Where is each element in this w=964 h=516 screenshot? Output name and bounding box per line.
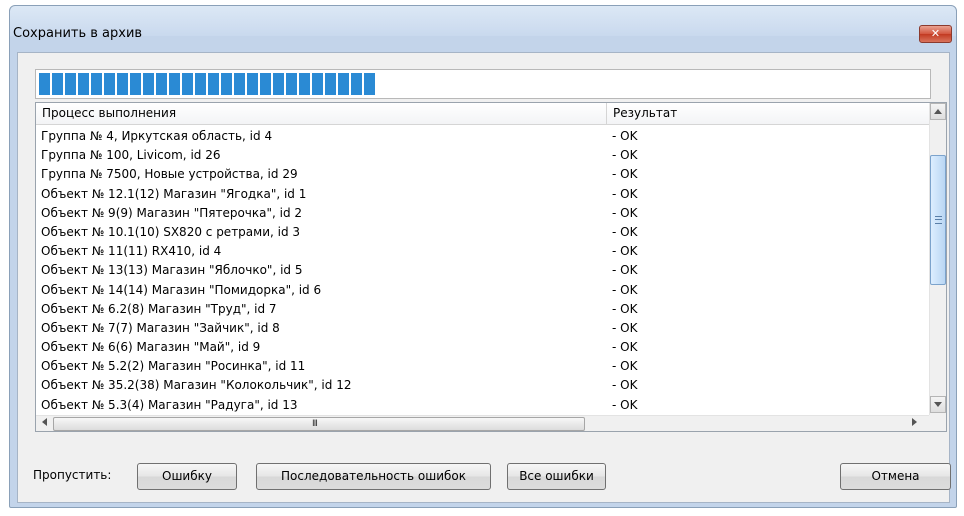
vertical-scroll-thumb[interactable]	[930, 155, 946, 285]
horizontal-scrollbar[interactable]: III	[36, 415, 929, 431]
progress-fill	[39, 73, 375, 95]
process-cell: Объект № 5.3(4) Магазин "Радуга", id 13	[41, 397, 298, 412]
list-item[interactable]: Объект № 6.2(8) Магазин "Труд", id 7 - OK	[36, 300, 929, 319]
process-cell: Объект № 7(7) Магазин "Зайчик", id 8	[41, 320, 280, 335]
result-cell: - OK	[612, 129, 638, 143]
skip-error-button[interactable]: Ошибку	[137, 463, 237, 490]
result-cell: - OK	[612, 224, 638, 239]
list-item[interactable]: Группа № 4, Иркутская область, id 4 - OK	[36, 127, 929, 146]
process-cell: Объект № 14(14) Магазин "Помидорка", id …	[41, 282, 322, 297]
scroll-down-button[interactable]	[930, 396, 946, 413]
list-item[interactable]: Группа № 100, Livicom, id 26 - OK	[36, 146, 929, 165]
process-cell: Объект № 35.2(38) Магазин "Колокольчик",…	[41, 378, 352, 393]
process-cell: Объект № 9(9) Магазин "Пятерочка", id 2	[41, 205, 303, 220]
column-header-result[interactable]: Результат	[607, 103, 929, 124]
hgrip-icon: III	[312, 419, 318, 429]
result-cell: - OK	[612, 301, 638, 316]
close-button[interactable]: ✕	[919, 25, 952, 43]
result-cell: - OK	[612, 282, 638, 297]
process-cell: Объект № 5.2(2) Магазин "Росинка", id 11	[41, 359, 306, 374]
list-item[interactable]: Объект № 5.2(2) Магазин "Росинка", id 11…	[36, 357, 929, 376]
result-cell: - OK	[612, 397, 638, 412]
process-cell: Объект № 10.1(10) SX820 с ретрами, id 3	[41, 224, 301, 239]
window-title: Сохранить в архив	[13, 26, 143, 41]
result-cell: - OK	[612, 340, 638, 355]
list-item[interactable]: Объект № 9(9) Магазин "Пятерочка", id 2 -…	[36, 204, 929, 223]
result-cell: - OK	[612, 205, 638, 220]
right-arrow-icon	[912, 418, 917, 426]
process-cell: Объект № 6(6) Магазин "Май", id 9	[41, 340, 261, 355]
result-cell: - OK	[612, 320, 638, 335]
progress-bar	[35, 69, 931, 99]
list-item[interactable]: Объект № 7(7) Магазин "Зайчик", id 8 - OK	[36, 319, 929, 338]
result-cell: - OK	[612, 378, 638, 393]
list-item[interactable]: Объект № 5.3(4) Магазин "Радуга", id 13 -…	[36, 396, 929, 415]
column-header-process[interactable]: Процесс выполнения	[36, 103, 607, 124]
horizontal-scroll-thumb[interactable]: III	[53, 417, 585, 431]
cancel-button[interactable]: Отмена	[840, 463, 951, 490]
result-cell: - OK	[612, 167, 638, 182]
grip-icon	[935, 216, 942, 224]
result-cell: - OK	[612, 186, 638, 201]
scrollbar-corner	[929, 415, 946, 431]
vertical-scrollbar[interactable]	[929, 103, 946, 415]
process-cell: Группа № 7500, Новые устройства, id 29	[41, 167, 298, 182]
process-cell: Объект № 12.1(12) Магазин "Ягодка", id 1	[41, 186, 307, 201]
scroll-right-button[interactable]	[906, 416, 923, 431]
process-cell: Группа № 100, Livicom, id 26	[41, 148, 221, 163]
list-item[interactable]: Объект № 11(11) RX410, id 4 - OK	[36, 242, 929, 261]
scroll-up-button[interactable]	[930, 103, 946, 120]
result-cell: - OK	[612, 263, 638, 278]
list-item[interactable]: Объект № 10.1(10) SX820 с ретрами, id 3 -…	[36, 223, 929, 242]
result-cell: - OK	[612, 244, 638, 259]
list-rows: Группа № 4, Иркутская область, id 4- OK Г…	[36, 127, 929, 415]
list-item[interactable]: Объект № 6(6) Магазин "Май", id 9 - OK	[36, 338, 929, 357]
process-cell: Объект № 13(13) Магазин "Яблочко", id 5	[41, 263, 303, 278]
list-item[interactable]: Объект № 12.1(12) Магазин "Ягодка", id 1…	[36, 185, 929, 204]
close-icon: ✕	[930, 27, 941, 40]
up-arrow-icon	[934, 109, 942, 114]
list-item[interactable]: Объект № 35.2(38) Магазин "Колокольчик",…	[36, 376, 929, 395]
process-cell: Группа № 4, Иркутская область, id 4	[41, 129, 273, 143]
skip-all-errors-button[interactable]: Все ошибки	[507, 463, 606, 490]
list-item[interactable]: Объект № 13(13) Магазин "Яблочко", id 5 -…	[36, 261, 929, 280]
scroll-left-button[interactable]	[36, 416, 53, 431]
process-cell: Объект № 11(11) RX410, id 4	[41, 244, 222, 259]
list-item[interactable]: Объект № 14(14) Магазин "Помидорка", id …	[36, 281, 929, 300]
results-list[interactable]: Процесс выполнения Результат Группа № 4,…	[35, 102, 947, 432]
result-cell: - OK	[612, 148, 638, 163]
list-header: Процесс выполнения Результат	[36, 103, 929, 125]
result-cell: - OK	[612, 359, 638, 374]
list-item[interactable]: Группа № 7500, Новые устройства, id 29 - …	[36, 165, 929, 184]
process-cell: Объект № 6.2(8) Магазин "Труд", id 7	[41, 301, 277, 316]
skip-error-sequence-button[interactable]: Последовательность ошибок	[256, 463, 491, 490]
left-arrow-icon	[42, 418, 47, 426]
skip-label: Пропустить:	[33, 468, 112, 482]
down-arrow-icon	[934, 402, 942, 407]
